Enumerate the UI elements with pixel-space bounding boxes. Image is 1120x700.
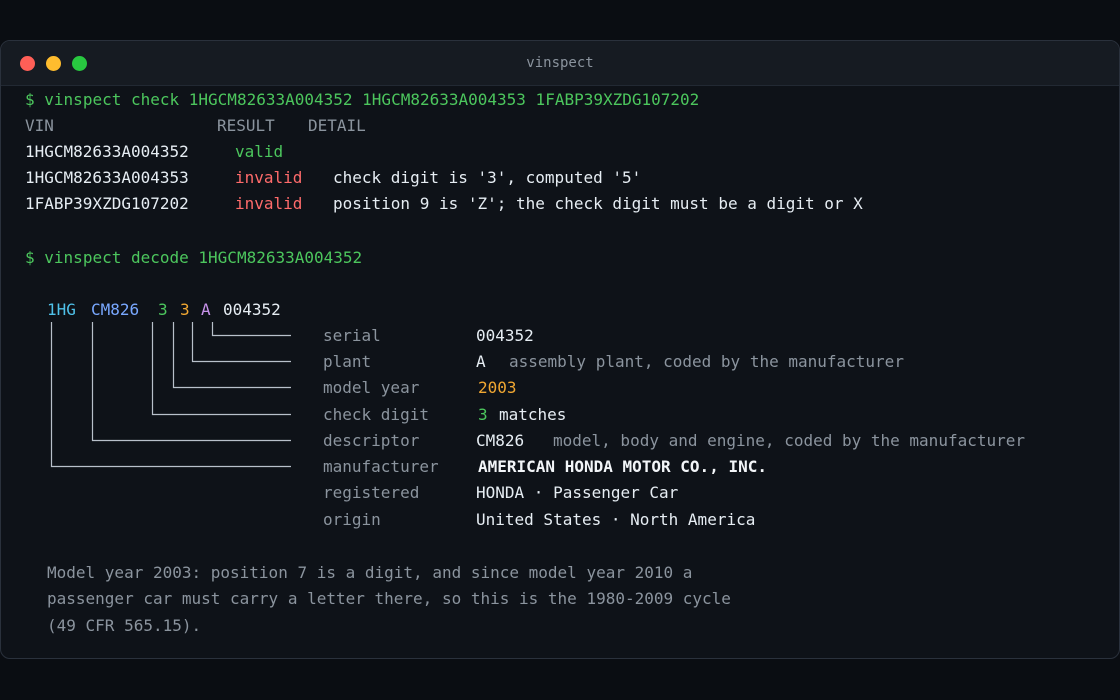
column-header-detail: DETAIL xyxy=(308,116,366,135)
field-note-check-digit: matches xyxy=(499,405,567,424)
terminal-window: vinspect $ vinspect check 1HGCM82633A004… xyxy=(0,40,1120,659)
field-label-serial: serial xyxy=(323,326,381,345)
field-value-serial: 004352 xyxy=(476,326,534,345)
field-note-plant: assembly plant, coded by the manufacture… xyxy=(509,352,904,371)
vin-segment-wmi: 1HG xyxy=(47,300,76,319)
field-value-origin: United States · North America xyxy=(476,510,756,529)
terminal-output[interactable]: $ vinspect check 1HGCM82633A004352 1HGCM… xyxy=(1,86,1119,658)
vin-segment-vds: CM826 xyxy=(91,300,140,319)
field-value-registered: HONDA · Passenger Car xyxy=(476,483,679,502)
decode-note-line: Model year 2003: position 7 is a digit, … xyxy=(47,563,693,582)
field-label-plant: plant xyxy=(323,352,372,371)
field-note-descriptor: model, body and engine, coded by the man… xyxy=(553,431,1026,450)
field-label-descriptor: descriptor xyxy=(323,431,420,450)
connector-serial xyxy=(211,322,291,337)
field-label-model-year: model year xyxy=(323,378,420,397)
field-value-plant: A xyxy=(476,352,486,371)
field-value-descriptor: CM826 xyxy=(476,431,525,450)
segment-connector-lines xyxy=(50,322,291,468)
check-row-detail: check digit is '3', computed '5' xyxy=(333,168,642,187)
field-label-check-digit: check digit xyxy=(323,405,429,424)
check-row-detail: position 9 is 'Z'; the check digit must … xyxy=(333,194,863,213)
connector-plant xyxy=(191,322,291,363)
decode-note-line: passenger car must carry a letter there,… xyxy=(47,589,731,608)
vin-segment-model-year: 3 xyxy=(180,300,190,319)
field-value-check-digit: 3 xyxy=(478,405,488,424)
title-bar: vinspect xyxy=(1,41,1119,86)
field-label-registered: registered xyxy=(323,483,420,502)
vin-segment-check-digit: 3 xyxy=(158,300,168,319)
connector-model-year xyxy=(172,322,291,389)
vin-segment-plant: A xyxy=(201,300,211,319)
vin-segment-serial: 004352 xyxy=(223,300,281,319)
window-title: vinspect xyxy=(526,55,594,71)
connector-manufacturer xyxy=(50,322,291,468)
field-value-model-year: 2003 xyxy=(478,378,517,397)
decode-note-line: (49 CFR 565.15). xyxy=(47,616,202,635)
field-label-origin: origin xyxy=(323,510,381,529)
connector-descriptor xyxy=(91,322,291,442)
field-label-manufacturer: manufacturer xyxy=(323,457,439,476)
field-value-manufacturer: AMERICAN HONDA MOTOR CO., INC. xyxy=(478,457,767,476)
